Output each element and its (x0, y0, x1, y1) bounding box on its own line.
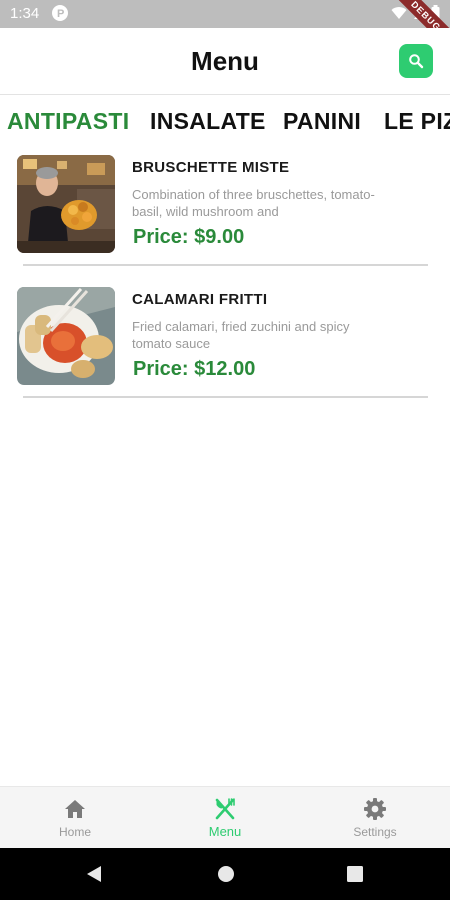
gear-icon (364, 798, 386, 820)
system-nav-bar (0, 848, 450, 900)
search-button[interactable] (399, 44, 433, 78)
nav-settings-label: Settings (353, 825, 397, 839)
home-circle-icon[interactable] (217, 865, 235, 883)
tab-panini[interactable]: PANINI (283, 108, 361, 135)
fork-knife-icon (215, 798, 235, 820)
svg-text:P: P (57, 8, 64, 20)
item-name: CALAMARI FRITTI (132, 291, 268, 308)
search-icon (409, 54, 424, 69)
item-price: Price: $9.00 (133, 226, 245, 248)
item-divider (23, 264, 428, 266)
item-divider (23, 396, 428, 398)
tab-antipasti[interactable]: ANTIPASTI (7, 108, 129, 135)
recents-icon[interactable] (346, 865, 364, 883)
bottom-nav: Home Menu Settings (0, 786, 450, 849)
item-name: BRUSCHETTE MISTE (132, 159, 290, 176)
notification-icon: P (52, 5, 68, 21)
nav-home[interactable]: Home (0, 787, 150, 849)
nav-home-label: Home (58, 825, 91, 839)
nav-menu[interactable]: Menu (150, 787, 300, 849)
home-icon (65, 800, 85, 818)
page-title: Menu (191, 46, 259, 76)
menu-item[interactable]: CALAMARI FRITTI Fried calamari, fried zu… (0, 287, 450, 407)
nav-menu-label: Menu (208, 824, 242, 839)
tab-le-pizze[interactable]: LE PIZ (384, 108, 450, 135)
category-tabs: ANTIPASTI INSALATE PANINI LE PIZ (0, 96, 450, 148)
item-price: Price: $12.00 (133, 358, 256, 380)
back-icon[interactable] (86, 865, 102, 883)
item-image (17, 287, 115, 385)
app-bar: Menu (0, 28, 450, 95)
item-description: Combination of three bruschettes, tomato… (132, 187, 375, 219)
status-time: 1:34 (10, 5, 40, 22)
status-bar: 1:34 P DEBUG (0, 0, 450, 58)
tab-insalate[interactable]: INSALATE (150, 108, 266, 135)
item-description: Fried calamari, fried zuchini and spicy … (132, 319, 350, 351)
wifi-icon (391, 6, 407, 25)
menu-item[interactable]: BRUSCHETTE MISTE Combination of three br… (0, 155, 450, 275)
nav-settings[interactable]: Settings (300, 787, 450, 849)
item-image (17, 155, 115, 253)
